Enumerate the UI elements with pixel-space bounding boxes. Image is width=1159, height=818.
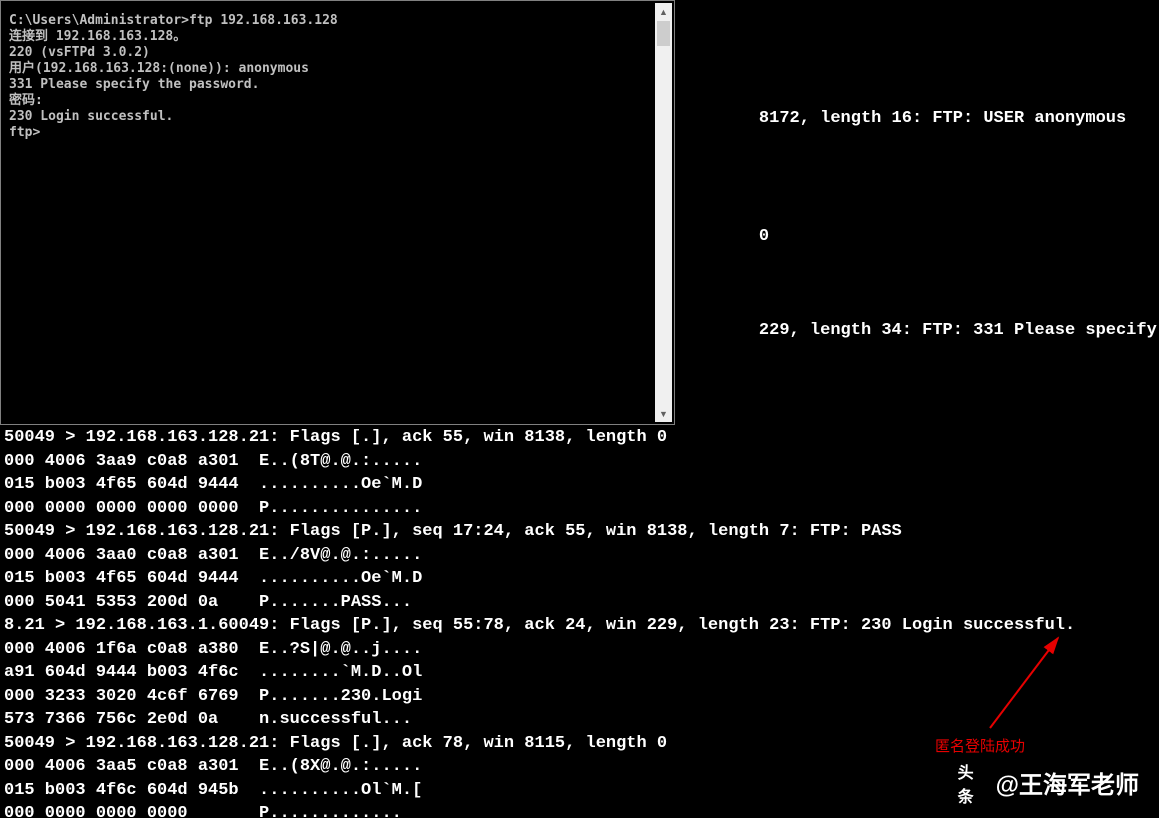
annotation-label: 匿名登陆成功 bbox=[935, 735, 1025, 756]
author-handle: @王海军老师 bbox=[996, 765, 1139, 800]
watermark: 头条 @王海军老师 bbox=[958, 765, 1139, 800]
vertical-scrollbar[interactable]: ▲ ▼ bbox=[655, 3, 672, 422]
scrollbar-thumb[interactable] bbox=[657, 21, 670, 46]
tcpdump-output-lines: 50049 > 192.168.163.128.21: Flags [.], a… bbox=[4, 426, 1075, 818]
cmd-window[interactable]: C:\Users\Administrator>ftp 192.168.163.1… bbox=[0, 0, 675, 425]
scroll-up-button[interactable]: ▲ bbox=[655, 3, 672, 20]
scroll-down-button[interactable]: ▼ bbox=[655, 405, 672, 422]
toutiao-icon: 头条 bbox=[958, 768, 988, 798]
cmd-output: C:\Users\Administrator>ftp 192.168.163.1… bbox=[9, 13, 654, 412]
